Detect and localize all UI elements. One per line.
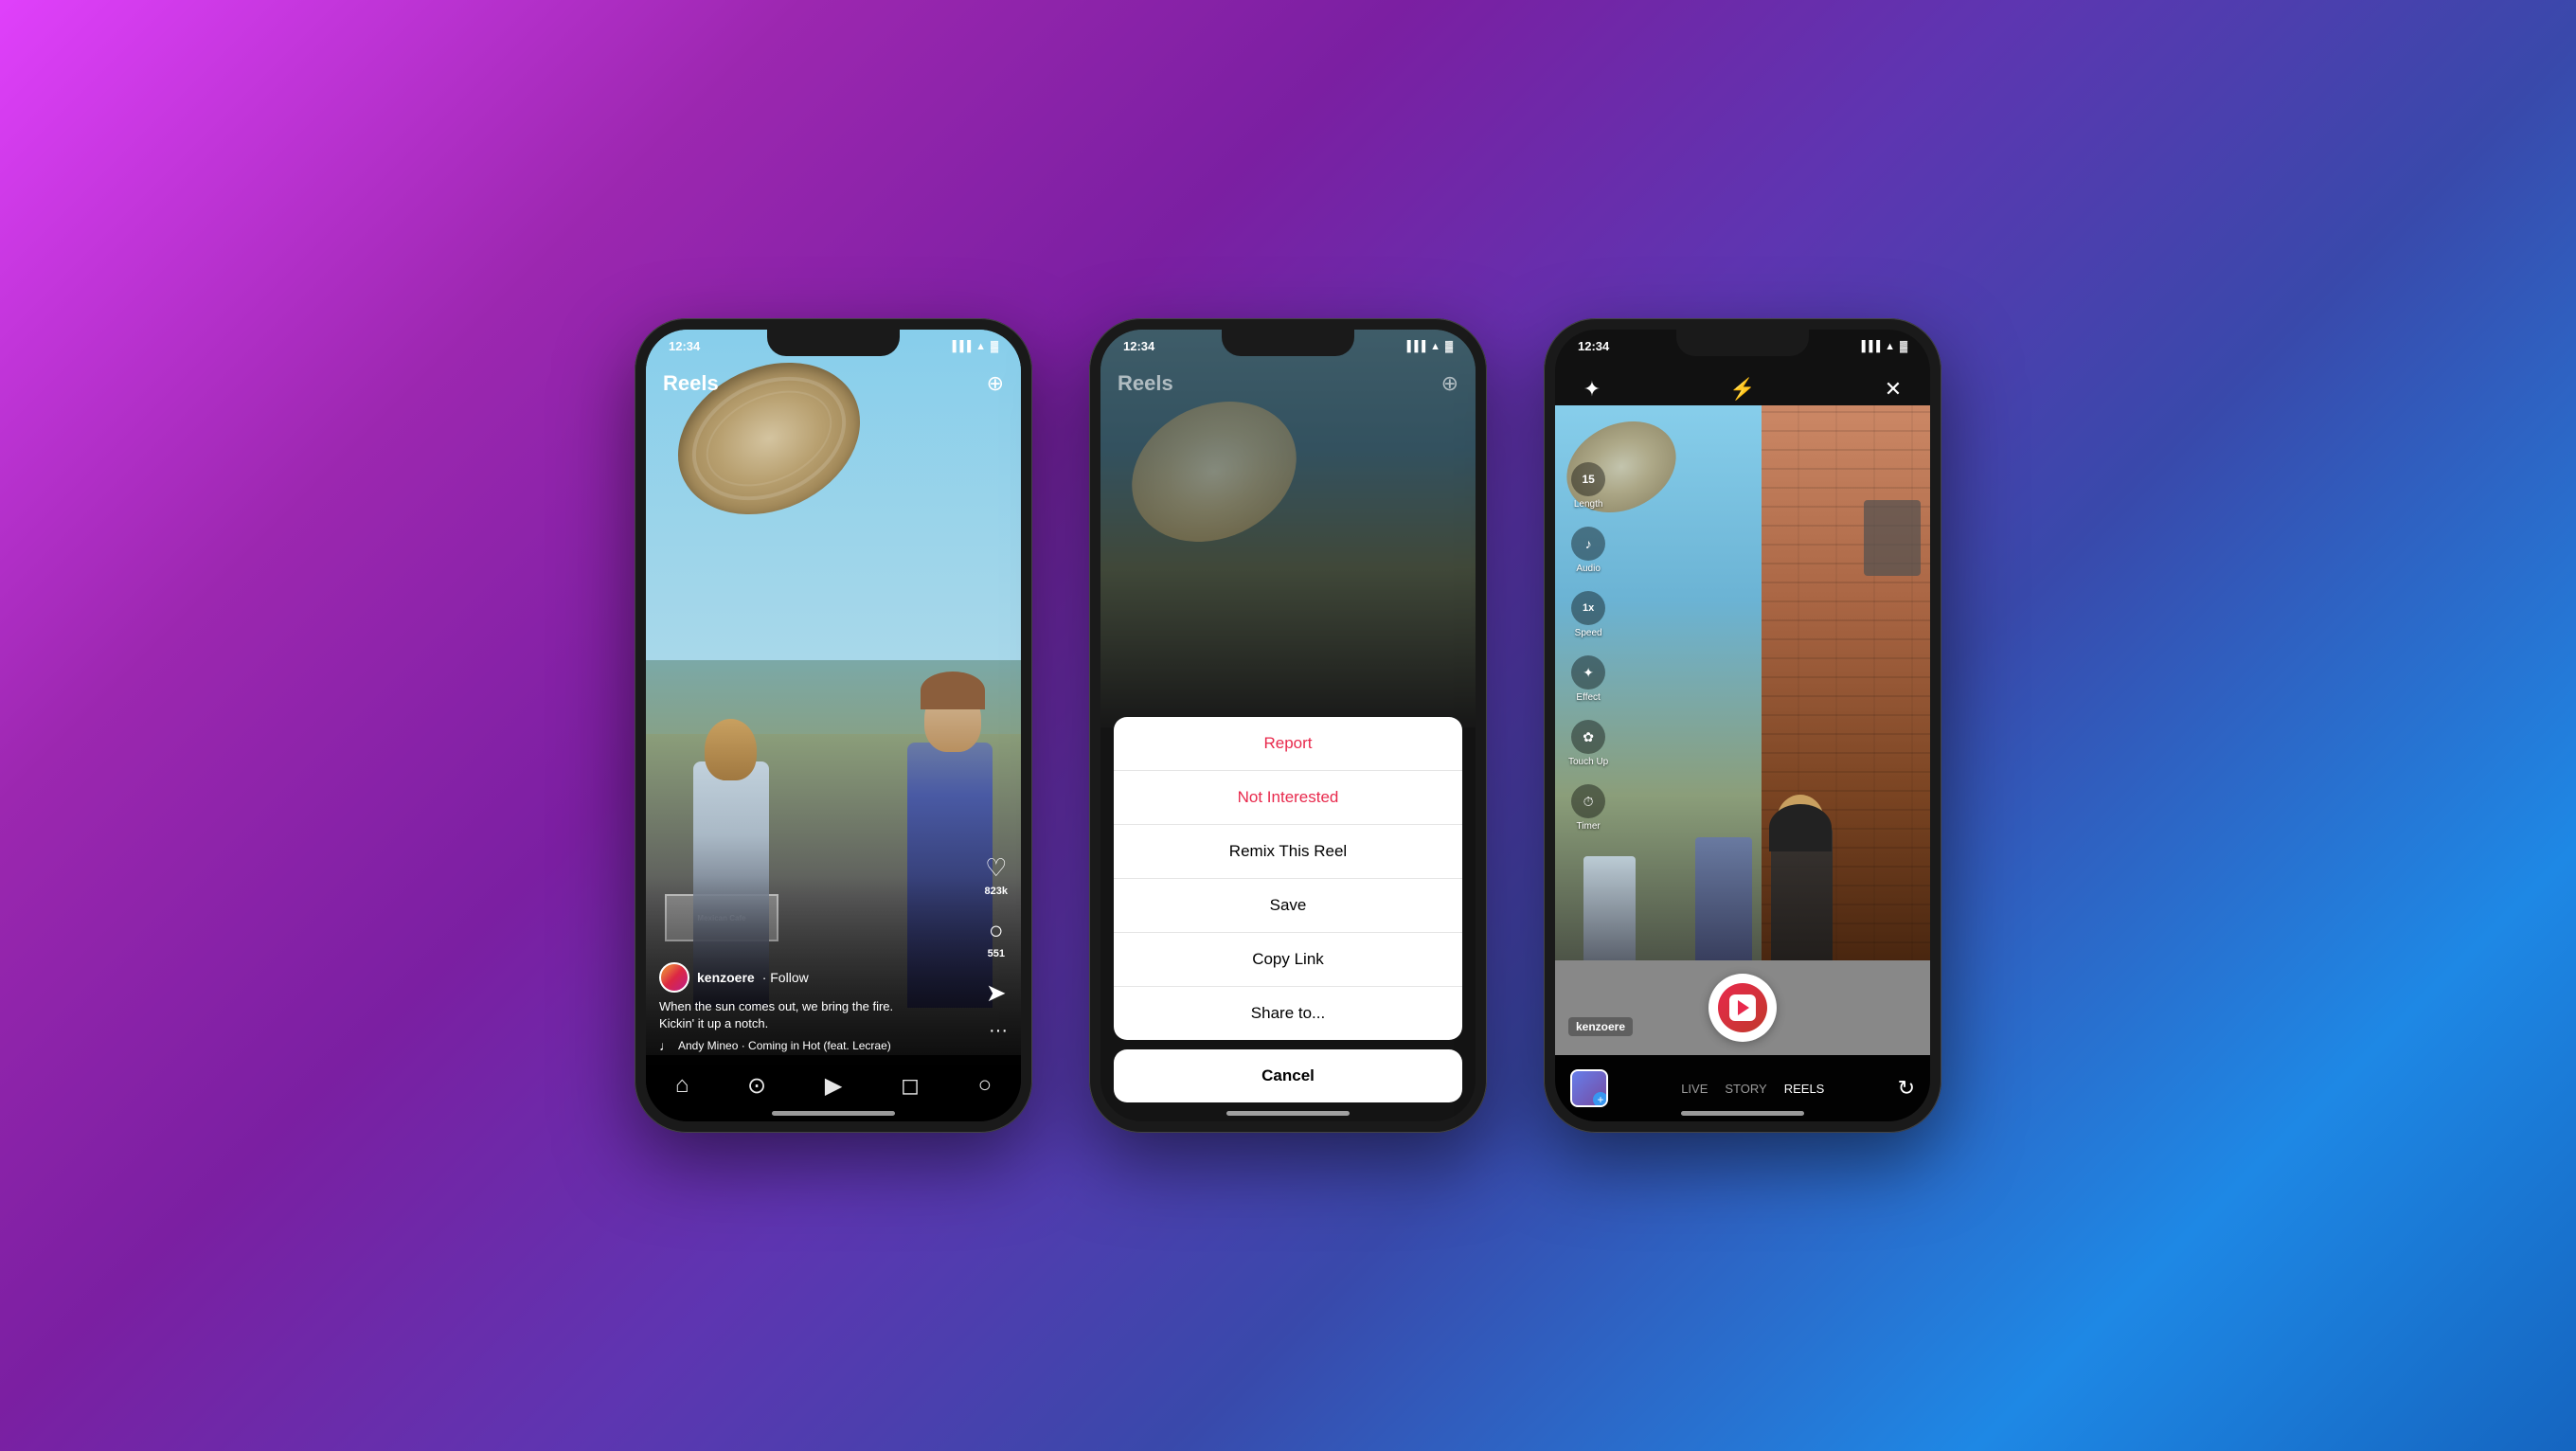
record-area — [1555, 960, 1930, 1055]
mode-options: LIVE STORY REELS — [1681, 1082, 1824, 1096]
music-icon: ♩ — [659, 1038, 672, 1053]
like-action[interactable]: ♡ 823k — [985, 853, 1008, 897]
wifi-icon-3: ▲ — [1885, 341, 1895, 352]
split-right-pane — [1762, 405, 1930, 1055]
home-indicator-3 — [1681, 1111, 1804, 1116]
cancel-button[interactable]: Cancel — [1114, 1049, 1462, 1102]
battery-icon-2: ▓ — [1445, 341, 1453, 352]
more-options-button[interactable]: ··· — [989, 1020, 1008, 1042]
status-icons-2: ▐▐▐ ▲ ▓ — [1404, 341, 1453, 352]
username-1[interactable]: kenzoere — [697, 970, 755, 985]
profile-icon[interactable]: ○ — [978, 1072, 993, 1099]
reels-header-1: Reels ⊕ — [646, 371, 1021, 396]
reel-actions: ♡ 823k ○ 551 ➤ — [985, 853, 1008, 1008]
like-count: 823k — [985, 886, 1008, 897]
wifi-icon-2: ▲ — [1430, 341, 1440, 352]
home-indicator-1 — [772, 1111, 895, 1116]
remix-reel-button[interactable]: Remix This Reel — [1114, 825, 1462, 879]
timer-icon: ⏱ — [1571, 784, 1605, 818]
time-2: 12:34 — [1123, 339, 1154, 353]
phone-3: 12:34 ▐▐▐ ▲ ▓ ✦ ⚡ ✕ — [1544, 318, 1941, 1133]
heart-icon: ♡ — [985, 853, 1007, 883]
reels-title-1: Reels — [663, 371, 719, 396]
gallery-thumbnail[interactable] — [1570, 1069, 1608, 1107]
audio-icon: ♪ — [1571, 527, 1605, 561]
camera-top-bar: ✦ ⚡ ✕ — [1555, 371, 1930, 407]
save-button[interactable]: Save — [1114, 879, 1462, 933]
report-button[interactable]: Report — [1114, 717, 1462, 771]
close-icon[interactable]: ✕ — [1875, 371, 1911, 407]
reel-audio[interactable]: ♩ Andy Mineo · Coming in Hot (feat. Lecr… — [659, 1038, 964, 1053]
share-to-button[interactable]: Share to... — [1114, 987, 1462, 1040]
battery-icon-3: ▓ — [1900, 341, 1907, 352]
avatar-1 — [659, 962, 689, 993]
tool-timer[interactable]: ⏱ Timer — [1568, 784, 1608, 832]
speed-icon: 1x — [1571, 591, 1605, 625]
tool-touchup[interactable]: ✿ Touch Up — [1568, 720, 1608, 767]
reels-title-2: Reels — [1118, 371, 1173, 396]
status-icons-3: ▐▐▐ ▲ ▓ — [1858, 341, 1907, 352]
battery-icon-1: ▓ — [991, 341, 998, 352]
camera-tools: 15 Length ♪ Audio 1x Speed ✦ Effe — [1568, 462, 1608, 832]
record-button[interactable] — [1708, 974, 1777, 1042]
tool-speed[interactable]: 1x Speed — [1568, 591, 1608, 638]
flip-camera-icon[interactable]: ↻ — [1898, 1076, 1915, 1101]
time-1: 12:34 — [669, 339, 700, 353]
not-interested-button[interactable]: Not Interested — [1114, 771, 1462, 825]
reel-info: kenzoere · Follow When the sun comes out… — [659, 962, 964, 1053]
comment-count: 551 — [988, 948, 1005, 959]
reel-user: kenzoere · Follow — [659, 962, 964, 993]
signal-icon-1: ▐▐▐ — [949, 341, 971, 352]
touchup-icon: ✿ — [1571, 720, 1605, 754]
share-action[interactable]: ➤ — [986, 978, 1007, 1008]
mode-story[interactable]: STORY — [1725, 1082, 1766, 1096]
action-sheet: Report Not Interested Remix This Reel Sa… — [1100, 717, 1476, 1121]
notch-2 — [1222, 330, 1354, 356]
length-icon: 15 — [1571, 462, 1605, 496]
camera-icon-1[interactable]: ⊕ — [987, 371, 1004, 396]
shop-icon[interactable]: ◻ — [901, 1072, 920, 1100]
wifi-icon-1: ▲ — [975, 341, 986, 352]
comment-action[interactable]: ○ 551 — [988, 916, 1005, 959]
reel-caption: When the sun comes out, we bring the fir… — [659, 998, 964, 1032]
tool-effect[interactable]: ✦ Effect — [1568, 655, 1608, 703]
reels-header-2: Reels ⊕ — [1100, 371, 1476, 396]
share-icon: ➤ — [986, 978, 1007, 1008]
settings-icon[interactable]: ✦ — [1574, 371, 1610, 407]
copy-link-button[interactable]: Copy Link — [1114, 933, 1462, 987]
record-inner — [1718, 983, 1767, 1032]
follow-button-1[interactable]: · Follow — [762, 970, 809, 985]
home-icon[interactable]: ⌂ — [675, 1072, 689, 1099]
home-indicator-2 — [1226, 1111, 1350, 1116]
reels-record-logo — [1729, 994, 1756, 1021]
creator-label: kenzoere — [1568, 1017, 1633, 1036]
phone-2: 12:34 ▐▐▐ ▲ ▓ Reels ⊕ Report Not Interes… — [1089, 318, 1487, 1133]
phone-1: Mexican Cafe — [635, 318, 1032, 1133]
action-sheet-menu: Report Not Interested Remix This Reel Sa… — [1114, 717, 1462, 1040]
effect-icon: ✦ — [1571, 655, 1605, 690]
signal-icon-3: ▐▐▐ — [1858, 341, 1880, 352]
mode-reels[interactable]: REELS — [1784, 1082, 1825, 1096]
camera-icon-2: ⊕ — [1441, 371, 1458, 396]
reels-nav-icon[interactable]: ▶ — [825, 1072, 842, 1100]
flash-icon[interactable]: ⚡ — [1725, 371, 1761, 407]
mode-live[interactable]: LIVE — [1681, 1082, 1708, 1096]
search-icon[interactable]: ⊙ — [747, 1072, 766, 1100]
tool-audio[interactable]: ♪ Audio — [1568, 527, 1608, 574]
notch-1 — [767, 330, 900, 356]
status-icons-1: ▐▐▐ ▲ ▓ — [949, 341, 998, 352]
tool-length[interactable]: 15 Length — [1568, 462, 1608, 510]
time-3: 12:34 — [1578, 339, 1609, 353]
signal-icon-2: ▐▐▐ — [1404, 341, 1425, 352]
comment-icon: ○ — [989, 916, 1004, 945]
notch-3 — [1676, 330, 1809, 356]
